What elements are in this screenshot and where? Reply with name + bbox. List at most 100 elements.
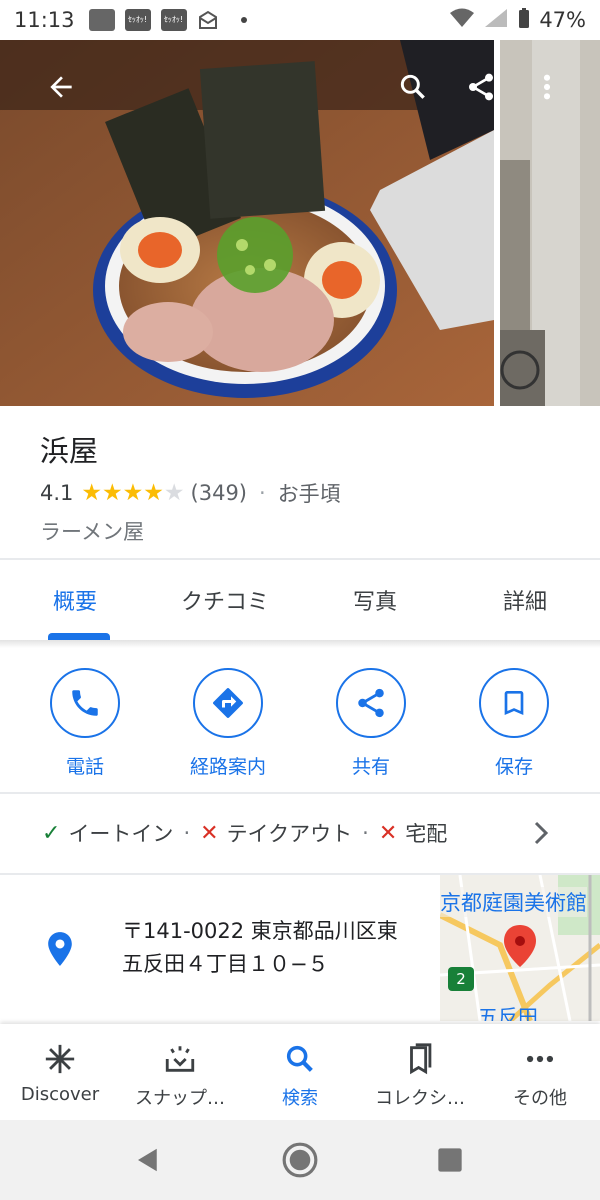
triangle-back-icon xyxy=(138,1148,157,1172)
wifi-icon xyxy=(449,7,475,34)
call-circle xyxy=(50,668,120,738)
tab-photos[interactable]: 写真 xyxy=(300,560,450,640)
star-rating: ★ ★ ★ ★ ★ xyxy=(81,479,185,506)
address-row[interactable]: 〒141-0022 東京都品川区東 五反田４丁目１０−５ xyxy=(0,875,440,1021)
directions-icon xyxy=(213,688,243,718)
action-buttons: 電話 経路案内 共有 保存 xyxy=(0,652,600,792)
address-text: 〒141-0022 東京都品川区東 五反田４丁目１０−５ xyxy=(122,915,432,981)
share-icon xyxy=(358,688,384,718)
gallery-notification-icon xyxy=(88,9,115,31)
home-circle-icon xyxy=(282,1142,318,1178)
nav-more-label: その他 xyxy=(513,1088,567,1109)
star-filled-icon: ★ xyxy=(81,479,103,506)
search-button[interactable] xyxy=(388,62,438,112)
phone-icon xyxy=(72,690,98,716)
save-button[interactable]: 保存 xyxy=(459,668,569,779)
separator-dot: · xyxy=(362,821,369,845)
address-line-2: 五反田４丁目１０−５ xyxy=(122,952,329,976)
call-label: 電話 xyxy=(65,756,104,778)
share-button[interactable]: 共有 xyxy=(316,668,426,779)
map-label-museum: 京都庭園美術館 xyxy=(440,887,587,917)
service-delivery: 宅配 xyxy=(405,822,448,846)
search-icon xyxy=(286,1045,313,1072)
address-line-1: 〒141-0022 東京都品川区東 xyxy=(122,919,398,943)
nav-discover-label: Discover xyxy=(20,1084,100,1105)
discover-icon xyxy=(45,1044,75,1074)
rating-row[interactable]: 4.1 ★ ★ ★ ★ ★ (349) · お手頃 xyxy=(40,476,560,510)
place-category: ラーメン屋 xyxy=(40,520,145,544)
tab-bar-shadow xyxy=(0,640,600,648)
service-takeout: テイクアウト xyxy=(226,822,353,846)
place-header: 浜屋 4.1 ★ ★ ★ ★ ★ (349) · お手頃 ラーメン屋 xyxy=(0,406,600,558)
directions-button[interactable]: 経路案内 xyxy=(173,668,283,779)
system-back-button[interactable] xyxy=(128,1140,168,1180)
tab-overview[interactable]: 概要 xyxy=(0,560,150,640)
nav-snap[interactable]: スナップ… xyxy=(120,1024,240,1120)
separator-dot: · xyxy=(183,821,191,845)
overflow-menu-button[interactable] xyxy=(522,62,572,112)
nav-collections[interactable]: コレクシ… xyxy=(360,1024,480,1120)
nav-search[interactable]: 検索 xyxy=(240,1024,360,1120)
square-recents-icon xyxy=(438,1148,462,1172)
chevron-right-icon xyxy=(530,819,552,852)
back-button[interactable] xyxy=(36,62,86,112)
status-time: 11:13 xyxy=(14,8,75,32)
more-vert-icon xyxy=(543,74,551,100)
active-tab-indicator xyxy=(48,633,110,640)
battery-percent: 47% xyxy=(539,8,586,32)
service-dine-in: イートイン xyxy=(68,822,174,846)
nav-more[interactable]: その他 xyxy=(480,1024,600,1120)
mail-notification-icon xyxy=(197,9,223,31)
bottom-navigation: Discover スナップ… 検索 コレクシ… その他 xyxy=(0,1024,600,1120)
tab-reviews[interactable]: クチコミ xyxy=(150,560,300,640)
share-header-button[interactable] xyxy=(456,62,506,112)
nav-collections-label: コレクシ… xyxy=(375,1088,465,1109)
nav-discover[interactable]: Discover xyxy=(0,1024,120,1120)
share-icon xyxy=(469,73,493,101)
tab-bar: 概要 クチコミ 写真 詳細 xyxy=(0,560,600,640)
check-icon: ✓ xyxy=(42,820,61,846)
status-bar: 11:13 ｾｯｵｯ! ｾｯｵｯ! 47% xyxy=(0,0,600,40)
system-navigation-bar xyxy=(0,1120,600,1200)
cross-icon: ✕ xyxy=(200,820,219,846)
directions-circle xyxy=(193,668,263,738)
system-home-button[interactable] xyxy=(280,1140,320,1180)
nav-snap-label: スナップ… xyxy=(135,1088,225,1109)
app-notification-icon-2: ｾｯｵｯ! xyxy=(160,9,187,31)
arrow-back-icon xyxy=(50,76,72,98)
service-options[interactable]: ✓ イートイン · ✕ テイクアウト · ✕ 宅配 xyxy=(0,795,600,871)
share-circle xyxy=(336,668,406,738)
more-notifications-dot xyxy=(240,17,247,23)
battery-icon xyxy=(517,7,531,34)
app-notification-icon: ｾｯｵｯ! xyxy=(124,9,151,31)
system-recents-button[interactable] xyxy=(430,1140,470,1180)
location-pin-icon xyxy=(46,931,74,971)
search-icon xyxy=(400,74,425,99)
divider xyxy=(0,792,600,794)
star-filled-icon: ★ xyxy=(143,479,164,506)
map-label-station: 五反田 xyxy=(478,1005,538,1021)
call-button[interactable]: 電話 xyxy=(30,668,140,779)
separator-dot: · xyxy=(259,481,266,505)
directions-label: 経路案内 xyxy=(189,756,266,778)
signal-icon xyxy=(483,7,509,34)
map-thumbnail[interactable]: 京都庭園美術館 2 五反田 xyxy=(440,875,600,1021)
cross-icon: ✕ xyxy=(378,820,398,846)
bookmark-icon xyxy=(504,691,524,715)
place-name: 浜屋 xyxy=(40,434,99,468)
snap-icon xyxy=(165,1046,195,1072)
save-circle xyxy=(479,668,549,738)
price-level: お手頃 xyxy=(277,482,341,506)
route-badge: 2 xyxy=(448,967,474,991)
star-filled-icon: ★ xyxy=(122,479,144,506)
more-icon xyxy=(526,1055,554,1063)
star-filled-icon: ★ xyxy=(102,479,123,506)
tab-details[interactable]: 詳細 xyxy=(450,560,600,640)
share-label: 共有 xyxy=(351,756,390,778)
save-label: 保存 xyxy=(494,756,533,778)
photo-carousel[interactable] xyxy=(0,40,600,406)
nav-search-label: 検索 xyxy=(282,1088,318,1109)
review-count: (349) xyxy=(190,481,247,505)
rating-value: 4.1 xyxy=(40,481,74,505)
star-empty-icon: ★ xyxy=(163,479,185,506)
